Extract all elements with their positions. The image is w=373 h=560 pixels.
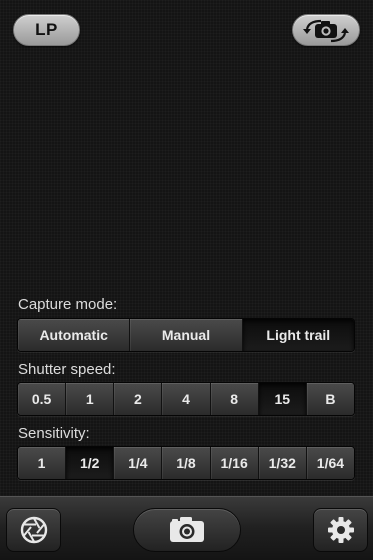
capture-mode-manual[interactable]: Manual	[130, 319, 243, 351]
shutter-speed-selector: 0.5 1 2 4 8 15 B	[17, 382, 355, 416]
shutter-speed-label: Shutter speed:	[18, 361, 116, 378]
sensitivity-option[interactable]: 1/16	[210, 447, 259, 479]
switch-camera-button[interactable]	[292, 14, 360, 46]
aperture-button[interactable]	[6, 508, 61, 552]
capture-mode-label: Capture mode:	[18, 296, 118, 313]
sensitivity-label: Sensitivity:	[18, 425, 90, 442]
aperture-icon	[20, 516, 47, 544]
shutter-speed-option[interactable]: 0.5	[18, 383, 67, 415]
shutter-speed-option[interactable]: B	[306, 383, 354, 415]
capture-mode-selector: Automatic Manual Light trail	[17, 318, 355, 352]
shutter-speed-option[interactable]: 4	[162, 383, 211, 415]
sensitivity-option[interactable]: 1/32	[258, 447, 307, 479]
shutter-speed-option[interactable]: 8	[210, 383, 259, 415]
settings-button[interactable]	[313, 508, 368, 552]
bottom-toolbar	[0, 496, 373, 560]
sensitivity-option[interactable]: 1	[18, 447, 67, 479]
shutter-speed-option[interactable]: 1	[66, 383, 115, 415]
shutter-speed-option[interactable]: 15	[258, 383, 307, 415]
camera-icon	[170, 517, 204, 542]
sensitivity-option[interactable]: 1/64	[306, 447, 354, 479]
gear-icon	[327, 517, 354, 543]
sensitivity-option[interactable]: 1/4	[114, 447, 163, 479]
sensitivity-selector: 1 1/2 1/4 1/8 1/16 1/32 1/64	[17, 446, 355, 480]
lp-button[interactable]: LP	[13, 14, 80, 46]
shutter-speed-option[interactable]: 2	[114, 383, 163, 415]
capture-mode-automatic[interactable]: Automatic	[18, 319, 131, 351]
sensitivity-option[interactable]: 1/8	[162, 447, 211, 479]
sensitivity-option[interactable]: 1/2	[66, 447, 115, 479]
camera-switch-icon	[303, 19, 349, 43]
shutter-button[interactable]	[133, 508, 241, 552]
viewfinder	[0, 0, 373, 496]
capture-mode-light-trail[interactable]: Light trail	[242, 319, 354, 351]
